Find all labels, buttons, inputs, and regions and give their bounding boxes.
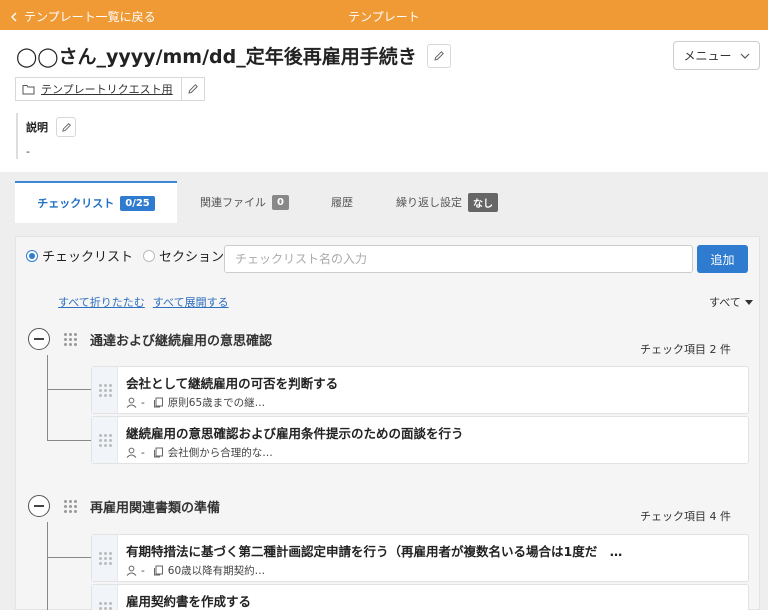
radio-unselected-icon [143,249,156,262]
collapse-expand-links: すべて折りたたむ すべて展開する [58,294,229,310]
menu-button[interactable]: メニュー [673,41,760,70]
folder-label: テンプレートリクエスト用 [41,83,173,96]
pencil-icon [434,50,444,61]
collapse-all-link[interactable]: すべて折りたたむ [58,294,145,310]
document-icon [153,397,163,408]
tree-branch [47,440,91,441]
folder-icon [22,84,35,94]
description-label: 説明 [26,121,48,134]
filter-dropdown[interactable]: すべて [709,294,753,310]
pencil-icon [187,84,198,94]
add-type-row: チェックリスト セクション [26,246,234,265]
radio-section[interactable]: セクション [143,246,224,265]
radio-selected-icon [26,249,38,262]
collapse-section-button[interactable] [28,495,50,517]
checklist-item[interactable]: 有期特措法に基づく第二種計画認定申請を行う（再雇用者が複数名いる場合は1度だ …… [91,534,749,582]
item-drag-handle[interactable] [92,535,118,581]
document-icon [153,565,163,576]
tree-branch [47,557,91,558]
tab-bar: チェックリスト 0/25 関連ファイル 0 履歴 繰り返し設定 なし [15,181,522,223]
checklist-name-input[interactable] [224,245,693,273]
tab-related-files[interactable]: 関連ファイル 0 [177,181,312,223]
tab-label: 関連ファイル [200,196,267,209]
menu-label: メニュー [683,49,732,63]
section-header: 通達および継続雇用の意思確認 チェック項目 2 件 [28,327,731,356]
edit-folder-button[interactable] [180,77,205,101]
collapse-section-button[interactable] [28,328,50,350]
add-button[interactable]: 追加 [697,245,748,273]
checklist-item[interactable]: 会社として継続雇用の可否を判断する - 原則65歳までの継… [91,366,749,414]
drag-handle-icon[interactable] [64,500,77,513]
tab-repeat-settings[interactable]: 繰り返し設定 なし [372,181,522,223]
item-meta: - 原則65歳までの継… [126,395,265,410]
item-title: 有期特措法に基づく第二種計画認定申請を行う（再雇用者が複数名いる場合は1度だ … [126,544,623,559]
tab-badge: なし [468,192,498,212]
template-title-row: ◯◯さん_yyyy/mm/dd_定年後再雇用手続き [16,42,451,69]
chevron-down-icon [740,53,749,59]
radio-checklist-label: チェックリスト [42,250,134,265]
tab-label: 繰り返し設定 [396,196,462,209]
template-title: ◯◯さん_yyyy/mm/dd_定年後再雇用手続き [16,46,417,68]
user-icon [126,397,137,408]
section-item-count: チェック項目 4 件 [640,510,731,523]
section-title: 通達および継続雇用の意思確認 [90,333,273,349]
section: 再雇用関連書類の準備 チェック項目 4 件 [28,494,731,523]
drag-handle-icon[interactable] [64,333,77,346]
item-title: 会社として継続雇用の可否を判断する [126,376,339,391]
expand-all-link[interactable]: すべて展開する [153,294,229,310]
item-note: 60歳以降有期契約… [167,565,266,577]
item-drag-handle[interactable] [92,585,118,610]
drag-handle-icon [98,384,112,397]
drag-handle-icon [98,434,112,447]
top-bar: テンプレート一覧に戻る テンプレート [0,0,768,30]
section: 通達および継続雇用の意思確認 チェック項目 2 件 [28,327,731,356]
edit-description-button[interactable] [56,117,76,137]
radio-checklist[interactable]: チェックリスト [26,246,133,265]
checklist-item[interactable]: 雇用契約書を作成する [91,584,749,610]
item-assignee: - [141,564,145,577]
item-meta: - 60歳以降有期契約… [126,563,265,578]
tree-branch [47,389,91,390]
item-drag-handle[interactable] [92,367,118,413]
caret-down-icon [744,299,753,305]
radio-section-label: セクション [159,250,225,265]
item-title: 継続雇用の意思確認および雇用条件提示のための面談を行う [126,426,464,441]
description-block: 説明 - [16,113,76,159]
tab-history[interactable]: 履歴 [312,181,372,223]
tree-line [47,522,48,610]
tab-label: チェックリスト [37,197,115,210]
tab-label: 履歴 [331,196,353,209]
edit-title-button[interactable] [426,43,451,68]
tree-line [47,355,48,440]
item-assignee: - [141,446,145,459]
document-icon [153,447,163,458]
pencil-icon [61,122,71,132]
item-note: 会社側から合理的な… [167,447,273,459]
filter-label: すべて [709,296,741,309]
tab-badge: 0 [272,194,289,210]
tab-checklist[interactable]: チェックリスト 0/25 [15,181,177,223]
checklist-item[interactable]: 継続雇用の意思確認および雇用条件提示のための面談を行う - 会社側から合理的な… [91,416,749,464]
user-icon [126,447,137,458]
user-icon [126,565,137,576]
item-note: 原則65歳までの継… [167,397,266,409]
section-title: 再雇用関連書類の準備 [90,500,221,516]
section-header: 再雇用関連書類の準備 チェック項目 4 件 [28,494,731,523]
drag-handle-icon [98,552,112,565]
section-item-count: チェック項目 2 件 [640,343,731,356]
folder-link[interactable]: テンプレートリクエスト用 [15,77,181,101]
item-meta: - 会社側から合理的な… [126,445,273,460]
tab-badge: 0/25 [120,195,155,211]
item-assignee: - [141,396,145,409]
page-header-title: テンプレート [348,10,420,24]
description-value: - [26,145,30,158]
item-title: 雇用契約書を作成する [126,594,252,609]
folder-row: テンプレートリクエスト用 [15,77,205,101]
drag-handle-icon [98,602,112,610]
item-drag-handle[interactable] [92,417,118,463]
